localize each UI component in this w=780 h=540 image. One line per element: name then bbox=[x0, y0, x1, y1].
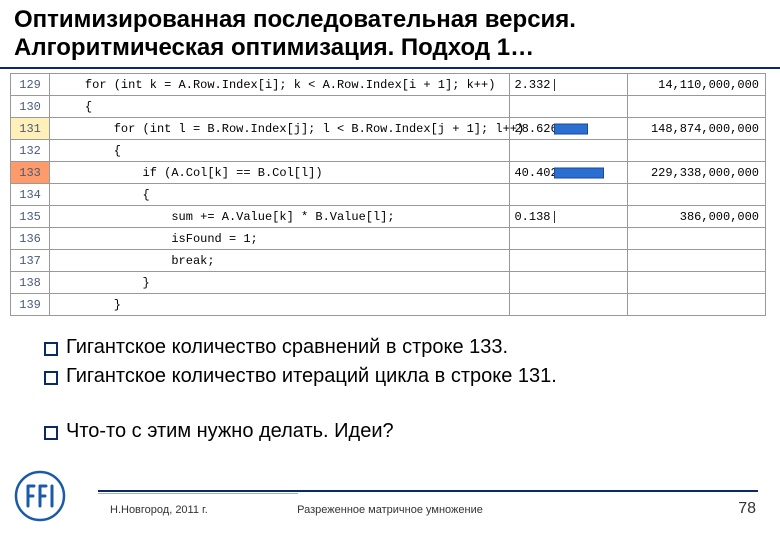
footer-accent bbox=[98, 493, 298, 494]
line-number: 129 bbox=[11, 74, 50, 96]
line-number: 138 bbox=[11, 272, 50, 294]
time-bar bbox=[510, 140, 627, 162]
line-number: 130 bbox=[11, 96, 50, 118]
code-row: 139 } bbox=[11, 294, 766, 316]
time-bar: 28.626 bbox=[510, 118, 627, 140]
code-text: for (int k = A.Row.Index[i]; k < A.Row.I… bbox=[50, 74, 510, 96]
time-bar: 40.402 bbox=[510, 162, 627, 184]
time-value: 0.138 bbox=[514, 210, 550, 224]
code-row: 133 if (A.Col[k] == B.Col[l]) 40.402 229,3… bbox=[11, 162, 766, 184]
code-text: { bbox=[50, 140, 510, 162]
line-number: 133 bbox=[11, 162, 50, 184]
code-row: 136 isFound = 1; bbox=[11, 228, 766, 250]
slide: Оптимизированная последовательная версия… bbox=[0, 0, 780, 540]
call-count bbox=[627, 184, 765, 206]
call-count bbox=[627, 228, 765, 250]
code-profile-table: 129 for (int k = A.Row.Index[i]; k < A.R… bbox=[10, 73, 766, 316]
code-text: } bbox=[50, 294, 510, 316]
time-bar bbox=[510, 272, 627, 294]
call-count: 386,000,000 bbox=[627, 206, 765, 228]
bullet-1: Гигантское количество сравнений в строке… bbox=[44, 334, 760, 361]
time-value: 40.402 bbox=[514, 166, 557, 180]
title-line-1: Оптимизированная последовательная версия… bbox=[14, 6, 576, 33]
call-count bbox=[627, 272, 765, 294]
code-row: 138 } bbox=[11, 272, 766, 294]
university-logo-icon bbox=[14, 470, 66, 522]
time-value: 2.332 bbox=[514, 78, 550, 92]
bar-tick bbox=[554, 211, 555, 223]
footer-rule bbox=[98, 490, 758, 492]
line-number: 139 bbox=[11, 294, 50, 316]
line-number: 135 bbox=[11, 206, 50, 228]
bar-rect bbox=[554, 123, 588, 134]
title-line-2: Алгоритмическая оптимизация. Подход 1… bbox=[14, 34, 534, 61]
call-count bbox=[627, 250, 765, 272]
call-count: 148,874,000,000 bbox=[627, 118, 765, 140]
code-text: for (int l = B.Row.Index[j]; l < B.Row.I… bbox=[50, 118, 510, 140]
code-row: 132 { bbox=[11, 140, 766, 162]
call-count bbox=[627, 294, 765, 316]
time-bar bbox=[510, 96, 627, 118]
slide-title: Оптимизированная последовательная версия… bbox=[0, 0, 780, 69]
code-text: break; bbox=[50, 250, 510, 272]
code-row: 131 for (int l = B.Row.Index[j]; l < B.R… bbox=[11, 118, 766, 140]
time-bar bbox=[510, 294, 627, 316]
call-count: 14,110,000,000 bbox=[627, 74, 765, 96]
code-text: sum += A.Value[k] * B.Value[l]; bbox=[50, 206, 510, 228]
code-text: { bbox=[50, 96, 510, 118]
page-number: 78 bbox=[738, 500, 756, 518]
footer-location: Н.Новгород, 2011 г. bbox=[110, 504, 208, 516]
time-bar bbox=[510, 184, 627, 206]
bullet-3: Что-то с этим нужно делать. Идеи? bbox=[44, 418, 760, 445]
call-count bbox=[627, 140, 765, 162]
line-number: 134 bbox=[11, 184, 50, 206]
line-number: 132 bbox=[11, 140, 50, 162]
time-value: 28.626 bbox=[514, 122, 557, 136]
code-text: if (A.Col[k] == B.Col[l]) bbox=[50, 162, 510, 184]
line-number: 131 bbox=[11, 118, 50, 140]
line-number: 136 bbox=[11, 228, 50, 250]
bar-tick bbox=[554, 79, 555, 91]
time-bar bbox=[510, 250, 627, 272]
time-bar: 2.332 bbox=[510, 74, 627, 96]
code-row: 135 sum += A.Value[k] * B.Value[l]; 0.138… bbox=[11, 206, 766, 228]
bar-rect bbox=[554, 167, 604, 178]
code-row: 130 { bbox=[11, 96, 766, 118]
call-count bbox=[627, 96, 765, 118]
code-text: isFound = 1; bbox=[50, 228, 510, 250]
code-row: 137 break; bbox=[11, 250, 766, 272]
call-count: 229,338,000,000 bbox=[627, 162, 765, 184]
bullet-2: Гигантское количество итераций цикла в с… bbox=[44, 363, 760, 390]
time-bar: 0.138 bbox=[510, 206, 627, 228]
code-row: 134 { bbox=[11, 184, 766, 206]
line-number: 137 bbox=[11, 250, 50, 272]
code-text: { bbox=[50, 184, 510, 206]
code-row: 129 for (int k = A.Row.Index[i]; k < A.R… bbox=[11, 74, 766, 96]
bullet-list: Гигантское количество сравнений в строке… bbox=[44, 334, 760, 445]
code-text: } bbox=[50, 272, 510, 294]
footer-topic: Разреженное матричное умножение bbox=[297, 504, 483, 516]
time-bar bbox=[510, 228, 627, 250]
